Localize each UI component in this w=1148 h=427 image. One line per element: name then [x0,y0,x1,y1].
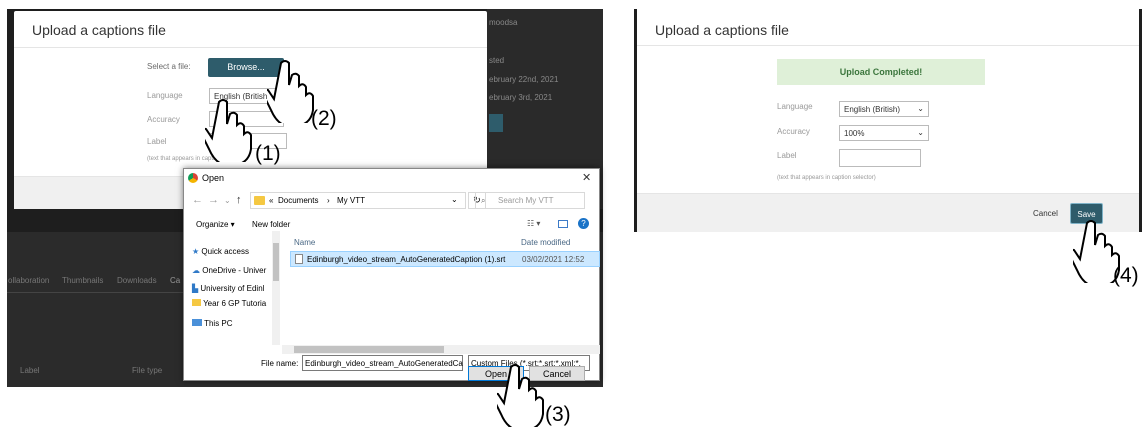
accuracy-select-value: 100% [844,129,865,138]
breadcrumb-my-vtt[interactable]: My VTT [337,196,365,205]
upload-status-banner: Upload Completed! [777,59,985,85]
tutorial-composite: moodsa sted ebruary 22nd, 2021 ebruary 3… [0,0,1148,427]
up-arrow-icon[interactable]: ↑ [236,194,242,206]
column-name[interactable]: Name [294,238,315,247]
language-select-value: English (British) [844,105,901,114]
file-icon [295,254,303,264]
background-side-text: moodsa [489,18,518,27]
search-icon: ⌕ [481,196,486,205]
upload-dialog-completed: Upload a captions file Upload Completed!… [634,9,1142,232]
nav-scrollbar[interactable] [272,231,280,345]
file-name-value: Edinburgh_video_stream_AutoGeneratedCa [305,359,463,368]
nav-item-university[interactable]: ▙ University of Edinl [192,284,264,293]
step-label: (3) [545,403,571,426]
close-icon[interactable]: ✕ [582,171,591,184]
background-tab[interactable]: Ca [170,276,180,285]
label-input[interactable] [839,149,921,167]
nav-pane: ★ Quick access ☁ OneDrive - Univer ▙ Uni… [184,231,282,345]
accuracy-label: Accuracy [147,115,180,124]
hand-cursor-icon [199,99,252,166]
accuracy-label: Accuracy [777,127,810,136]
folder-icon [254,196,265,205]
accuracy-select[interactable]: 100% ⌄ [839,125,929,141]
dialog-title: Upload a captions file [32,22,166,38]
address-bar[interactable]: « Documents › My VTT ⌄ [250,192,466,209]
file-date: 03/02/2021 12:52 [522,255,585,264]
chrome-icon [188,173,198,183]
background-col-label: Label [20,366,40,375]
nav-item-quick-access[interactable]: ★ Quick access [192,247,249,256]
background-tab[interactable]: Thumbnails [62,276,103,285]
preview-pane-icon[interactable] [558,220,568,228]
forward-arrow-icon[interactable]: → [208,194,219,206]
star-icon: ★ [192,247,200,256]
organize-menu[interactable]: Organize ▾ [196,220,235,229]
step-label: (1) [255,142,281,165]
file-name: Edinburgh_video_stream_AutoGeneratedCapt… [307,255,506,264]
hand-cursor-icon [199,98,259,166]
help-icon[interactable]: ? [578,218,589,229]
dialog-header: Upload a captions file [14,11,487,48]
step-label: (4) [1113,264,1139,287]
search-box[interactable]: ⌕ Search My VTT [475,192,585,209]
nav-item-onedrive[interactable]: ☁ OneDrive - Univer [192,266,266,275]
nav-item-this-pc[interactable]: This PC [192,319,233,328]
background-tab[interactable]: Downloads [117,276,157,285]
dialog-footer: Cancel Save [637,193,1139,232]
open-dialog-title: Open [202,173,225,183]
view-options-icon[interactable]: ☷ ▾ [527,219,540,228]
column-date-modified[interactable]: Date modified [521,238,570,247]
chevron-down-icon[interactable]: ⌄ [451,195,458,204]
background-tab[interactable]: ollaboration [8,276,49,285]
breadcrumb-separator: › [327,196,330,205]
file-name-label: File name: [261,359,299,368]
file-row[interactable]: Edinburgh_video_stream_AutoGeneratedCapt… [290,251,600,267]
cloud-icon: ☁ [192,266,200,275]
background-divider [7,292,187,293]
breadcrumb-documents[interactable]: Documents [278,196,318,205]
search-placeholder: Search My VTT [498,196,554,205]
background-button [489,114,503,132]
cancel-button[interactable]: Cancel [1033,209,1058,218]
hand-cursor-icon [491,363,551,427]
background-col-filetype: File type [132,366,163,375]
hand-cursor-icon [491,364,544,427]
file-name-input[interactable]: Edinburgh_video_stream_AutoGeneratedCa [302,355,463,371]
label-label: Label [147,137,167,146]
dialog-title: Upload a captions file [655,22,789,38]
nav-item-year6[interactable]: Year 6 GP Tutoria [192,299,266,308]
language-label: Language [777,102,813,111]
chevron-down-icon: ⌄ [917,128,924,137]
language-label: Language [147,91,183,100]
recent-dropdown-icon[interactable]: ⌄ [224,196,231,205]
dialog-header: Upload a captions file [637,9,1139,46]
background-side-text: ebruary 22nd, 2021 [489,75,559,84]
language-select[interactable]: English (British) ⌄ [839,101,929,117]
background-side-text: ebruary 3rd, 2021 [489,93,553,102]
monitor-icon [192,319,202,326]
background-side-text: sted [489,56,505,65]
open-file-dialog: Open ✕ ← → ⌄ ↑ « Documents › My VTT ⌄ ↻ … [183,168,600,381]
building-icon: ▙ [192,284,199,293]
horizontal-scrollbar[interactable] [282,345,600,354]
label-label: Label [777,151,797,160]
folder-icon [192,299,201,306]
chevron-down-icon: ⌄ [917,104,924,113]
step-label: (2) [311,107,337,130]
select-file-label: Select a file: [147,62,191,71]
back-arrow-icon[interactable]: ← [192,194,203,206]
breadcrumb-prefix: « [269,196,274,205]
label-hint: (text that appears in caption selector) [777,175,876,181]
new-folder-button[interactable]: New folder [252,220,290,229]
